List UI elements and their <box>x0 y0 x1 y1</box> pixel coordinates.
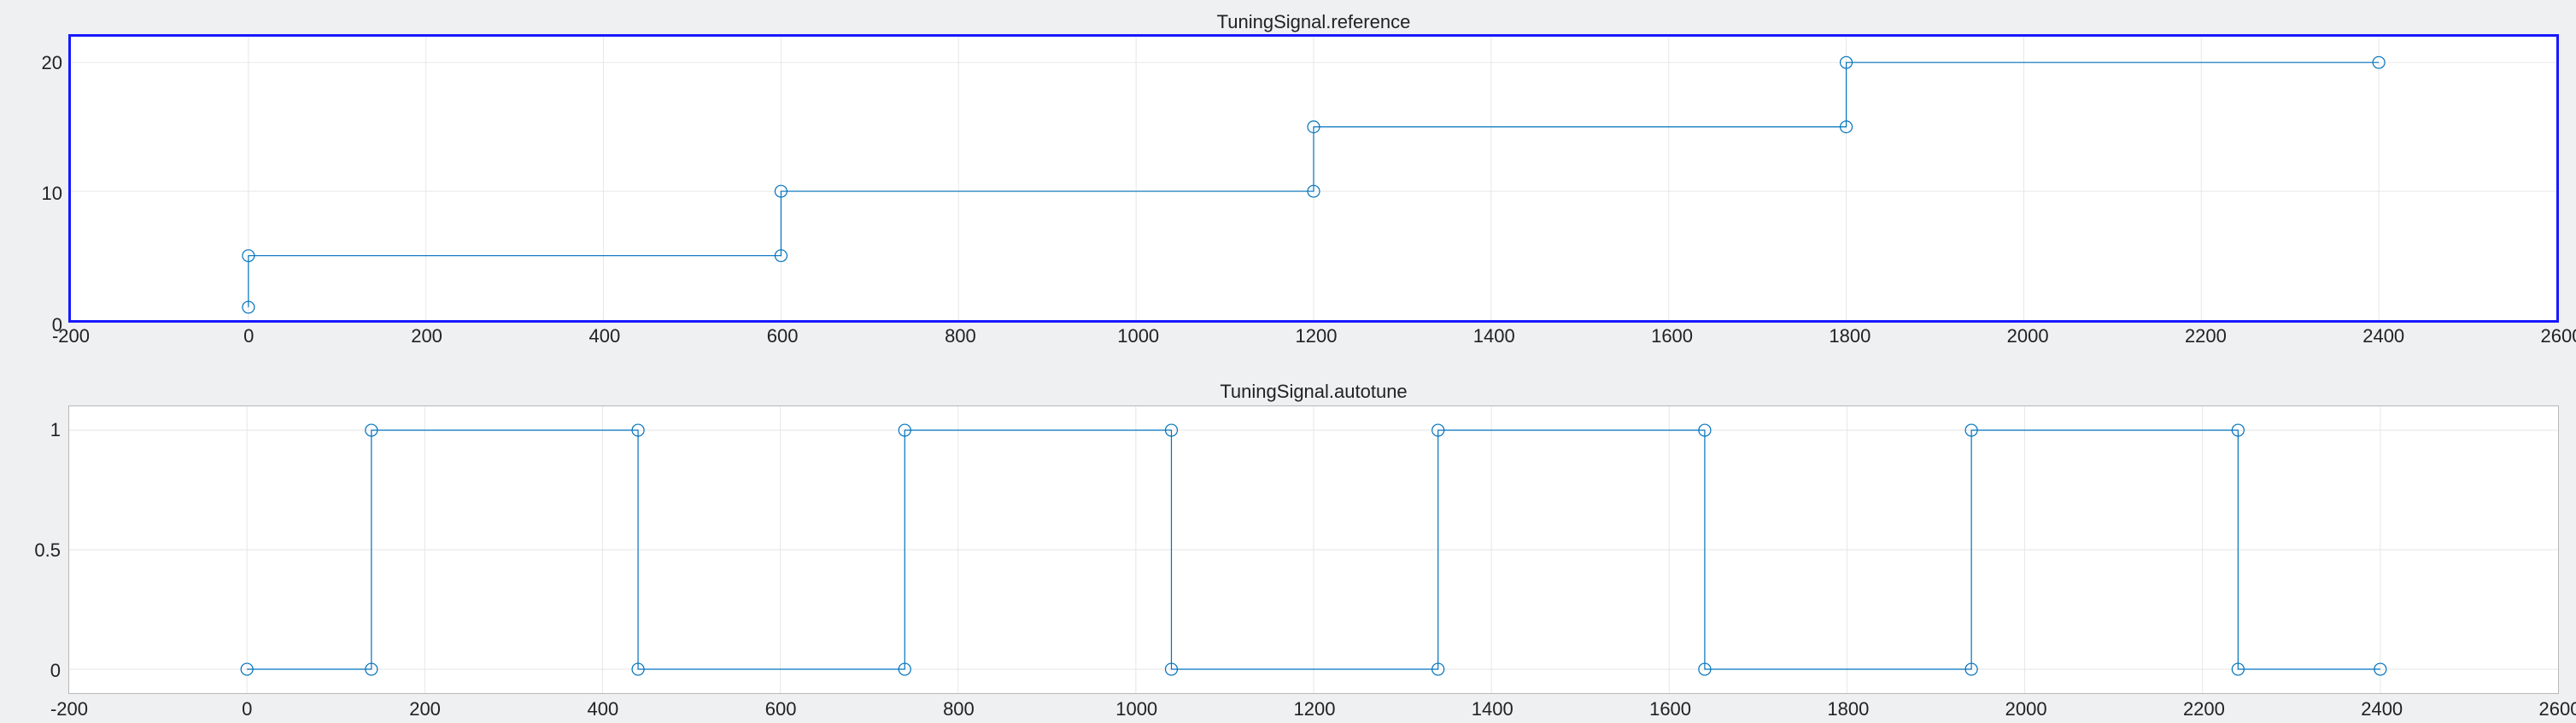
axes-reference[interactable]: TuningSignal.reference -2000200400600800… <box>68 34 2559 323</box>
x-tick-label: 0 <box>243 325 254 347</box>
x-tick-label: 2000 <box>2005 698 2047 720</box>
y-tick-label: 0 <box>50 660 61 682</box>
axes-autotune[interactable]: TuningSignal.autotune -20002004006008001… <box>68 405 2559 694</box>
x-tick-label: 1800 <box>1827 698 1869 720</box>
axes-title: TuningSignal.autotune <box>69 381 2558 403</box>
y-tick-label: 10 <box>42 183 62 205</box>
x-tick-label: 1600 <box>1649 698 1691 720</box>
x-tick-label: 600 <box>765 698 797 720</box>
x-tick-label: 1000 <box>1115 698 1157 720</box>
x-tick-label: 2600 <box>2541 325 2576 347</box>
x-tick-label: 1400 <box>1472 698 1513 720</box>
y-tick-label: 0.5 <box>34 539 61 562</box>
x-tick-label: 0 <box>242 698 252 720</box>
plot-area <box>69 406 2558 693</box>
x-tick-label: 1800 <box>1829 325 1871 347</box>
y-tick-label: 20 <box>42 52 62 74</box>
x-tick-label: 1200 <box>1296 325 1338 347</box>
x-tick-label: 200 <box>409 698 441 720</box>
x-tick-label: 2600 <box>2539 698 2576 720</box>
x-tick-label: 2400 <box>2362 325 2404 347</box>
y-tick-label: 0 <box>52 314 62 336</box>
x-tick-label: 800 <box>945 325 976 347</box>
y-tick-label: 1 <box>50 419 61 441</box>
x-tick-label: -200 <box>50 698 88 720</box>
x-tick-label: 1000 <box>1117 325 1159 347</box>
figure: TuningSignal.reference -2000200400600800… <box>0 0 2576 723</box>
x-tick-label: 1400 <box>1473 325 1515 347</box>
plot-area <box>71 37 2556 320</box>
x-tick-label: 400 <box>587 698 618 720</box>
x-tick-label: 2200 <box>2185 325 2227 347</box>
x-tick-label: 600 <box>767 325 799 347</box>
x-tick-label: 2400 <box>2361 698 2403 720</box>
x-tick-label: 1600 <box>1651 325 1693 347</box>
x-tick-label: 2200 <box>2183 698 2225 720</box>
x-tick-label: 200 <box>411 325 442 347</box>
axes-title: TuningSignal.reference <box>71 11 2556 33</box>
x-tick-label: 800 <box>943 698 975 720</box>
x-tick-label: 400 <box>588 325 620 347</box>
x-tick-label: 2000 <box>2007 325 2049 347</box>
x-tick-label: 1200 <box>1294 698 1336 720</box>
